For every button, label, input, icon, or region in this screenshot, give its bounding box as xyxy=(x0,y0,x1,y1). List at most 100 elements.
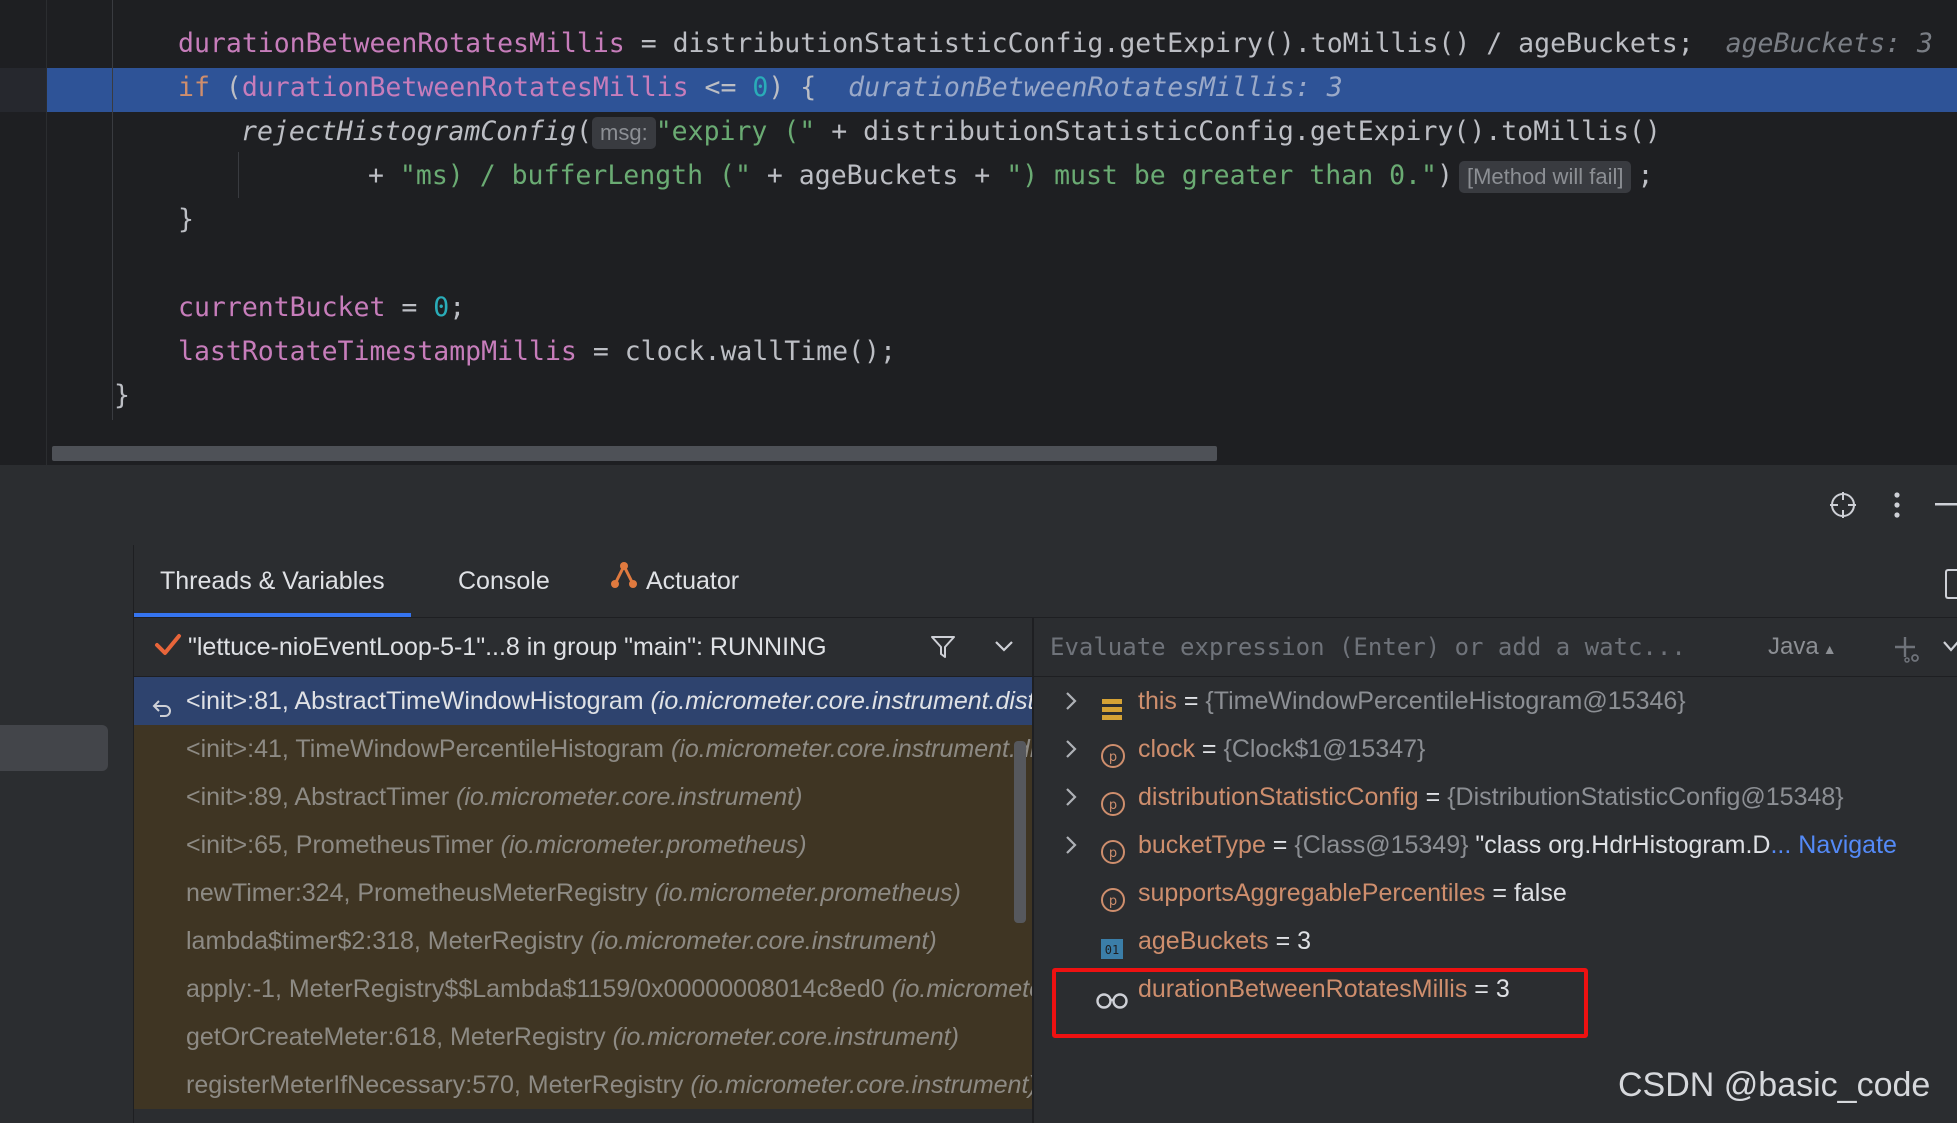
code-token: ) { xyxy=(768,72,817,103)
code-token: if xyxy=(178,72,210,103)
more-options-icon[interactable] xyxy=(1881,489,1913,521)
minimize-icon[interactable] xyxy=(1935,489,1957,521)
code-token: = clock.wallTime(); xyxy=(576,336,896,367)
svg-text:01: 01 xyxy=(1105,943,1119,957)
inline-value-hint: durationBetweenRotatesMillis: 3 xyxy=(848,72,1343,103)
code-line-8[interactable]: lastRotateTimestampMillis = clock.wallTi… xyxy=(178,330,896,374)
frame-package: (io.micrometer.core.instrument) xyxy=(590,927,937,955)
side-strip-selected-item[interactable] xyxy=(0,725,108,771)
stack-frame[interactable]: <init>:65, PrometheusTimer (io.micromete… xyxy=(134,821,1032,869)
variable-value: false xyxy=(1513,879,1567,907)
variable-equals: = xyxy=(1265,831,1295,859)
code-token: = distributionStatisticConfig.getExpiry(… xyxy=(624,28,1694,59)
debug-tool-window-header xyxy=(0,465,1957,545)
thread-selector[interactable]: "lettuce-nioEventLoop-5-1"...8 in group … xyxy=(134,618,1032,677)
variable-row-ageBuckets[interactable]: 01 ageBuckets = 3 xyxy=(1034,917,1957,965)
stack-frames-list[interactable]: <init>:81, AbstractTimeWindowHistogram (… xyxy=(134,677,1032,1123)
stack-frame[interactable]: apply:-1, MeterRegistry$$Lambda$1159/0x0… xyxy=(134,965,1032,1013)
code-line-9[interactable]: } xyxy=(114,374,130,418)
indent-guide-inner xyxy=(238,152,239,198)
chevron-right-icon[interactable] xyxy=(1064,821,1084,872)
layout-icon[interactable] xyxy=(1945,569,1957,599)
variable-row-clock[interactable]: p clock = {Clock$1@15347} xyxy=(1034,725,1957,773)
code-line-7[interactable]: currentBucket = 0; xyxy=(178,286,465,330)
stack-frame[interactable]: newTimer:324, PrometheusMeterRegistry (i… xyxy=(134,869,1032,917)
code-line-2[interactable]: if (durationBetweenRotatesMillis <= 0) {… xyxy=(178,66,1343,110)
variable-name: bucketType xyxy=(1138,831,1266,859)
code-line-4[interactable]: + "ms) / bufferLength (" + ageBuckets + … xyxy=(368,154,1653,198)
svg-text:p: p xyxy=(1109,750,1117,765)
evaluate-expression-input[interactable]: Evaluate expression (Enter) or add a wat… xyxy=(1050,618,1686,676)
code-token: ( xyxy=(576,116,593,147)
stack-frame[interactable]: getOrCreateMeter:618, MeterRegistry (io.… xyxy=(134,1013,1032,1061)
variable-equals: = xyxy=(1268,927,1298,955)
code-token: + xyxy=(368,160,400,191)
variable-row-bucketType[interactable]: p bucketType = {Class@15349} "class org.… xyxy=(1034,821,1957,869)
variable-equals: = xyxy=(1194,735,1224,763)
tab-threads-variables[interactable]: Threads & Variables xyxy=(134,545,411,617)
code-line-5[interactable]: } xyxy=(178,198,194,242)
frames-scrollbar[interactable] xyxy=(1014,741,1026,923)
chevron-right-icon[interactable] xyxy=(1064,725,1084,776)
frame-method: <init>:41, TimeWindowPercentileHistogram xyxy=(186,735,671,763)
language-selector[interactable]: Java ▲ xyxy=(1768,618,1837,678)
crosshair-icon[interactable] xyxy=(1827,489,1859,521)
evaluate-expression-bar[interactable]: Evaluate expression (Enter) or add a wat… xyxy=(1034,618,1957,677)
code-editor[interactable]: durationBetweenRotatesMillis = distribut… xyxy=(0,0,1957,465)
filter-icon[interactable] xyxy=(930,634,956,664)
gutter-divider xyxy=(46,0,47,465)
primitive-icon: 01 xyxy=(1100,929,1124,959)
frame-package: (io.micrometer.core.instrument.distribut… xyxy=(650,687,1032,715)
tab-console[interactable]: Console xyxy=(458,545,550,617)
return-arrow-icon xyxy=(150,689,174,725)
thread-label: "lettuce-nioEventLoop-5-1"...8 in group … xyxy=(188,633,827,661)
parameter-icon: p xyxy=(1100,737,1125,768)
frame-method: lambda$timer$2:318, MeterRegistry xyxy=(186,927,591,955)
variable-value: 3 xyxy=(1297,927,1312,955)
variable-equals: = xyxy=(1485,879,1514,907)
frame-method: getOrCreateMeter:618, MeterRegistry xyxy=(186,1023,613,1051)
variables-pane: Evaluate expression (Enter) or add a wat… xyxy=(1034,618,1957,1123)
chevron-down-icon[interactable] xyxy=(1942,638,1957,657)
code-token: ; xyxy=(449,292,466,323)
variable-row-this[interactable]: this = {TimeWindowPercentileHistogram@15… xyxy=(1034,677,1957,725)
chevron-down-icon[interactable] xyxy=(994,638,1014,657)
stack-frame[interactable]: <init>:81, AbstractTimeWindowHistogram (… xyxy=(134,677,1032,725)
tab-actuator[interactable]: Actuator xyxy=(608,545,739,617)
frame-method: apply:-1, MeterRegistry$$Lambda$1159/0x0… xyxy=(186,975,892,1003)
code-line-1[interactable]: durationBetweenRotatesMillis = distribut… xyxy=(178,22,1933,66)
code-token: = xyxy=(385,292,434,323)
parameter-icon: p xyxy=(1100,833,1125,864)
parameter-name-hint: msg: xyxy=(592,116,656,149)
actuator-icon xyxy=(608,546,638,618)
code-token: ) xyxy=(1436,160,1453,191)
variable-value: {DistributionStatisticConfig@15348} xyxy=(1447,783,1844,811)
stack-frame[interactable]: registerMeterIfNecessary:570, MeterRegis… xyxy=(134,1061,1032,1109)
variable-name: ageBuckets xyxy=(1138,927,1269,955)
horizontal-scrollbar[interactable] xyxy=(52,446,1217,461)
tab-actuator-label: Actuator xyxy=(646,567,740,595)
stack-frame[interactable]: <init>:41, TimeWindowPercentileHistogram… xyxy=(134,725,1032,773)
frames-pane: "lettuce-nioEventLoop-5-1"...8 in group … xyxy=(134,618,1032,1123)
variable-row-distributionStatisticConfig[interactable]: p distributionStatisticConfig = {Distrib… xyxy=(1034,773,1957,821)
frame-method: newTimer:324, PrometheusMeterRegistry xyxy=(186,879,655,907)
stack-frame[interactable]: <init>:89, AbstractTimer (io.micrometer.… xyxy=(134,773,1032,821)
code-token: currentBucket xyxy=(178,292,386,323)
stack-frame[interactable]: lambda$timer$2:318, MeterRegistry (io.mi… xyxy=(134,917,1032,965)
variable-row-supportsAggregablePercentiles[interactable]: p supportsAggregablePercentiles = false xyxy=(1034,869,1957,917)
code-token: "ms) / bufferLength (" xyxy=(399,160,751,191)
code-token: <= xyxy=(688,72,753,103)
code-token: durationBetweenRotatesMillis xyxy=(241,72,689,103)
svg-text:p: p xyxy=(1109,798,1117,813)
add-watch-icon[interactable] xyxy=(1892,634,1922,668)
variable-value: {Clock$1@15347} xyxy=(1223,735,1426,763)
navigate-link[interactable]: ... Navigate xyxy=(1770,831,1896,859)
variable-name: clock xyxy=(1138,735,1195,763)
frame-method: <init>:65, PrometheusTimer xyxy=(186,831,501,859)
watermark: CSDN @basic_code xyxy=(1618,1066,1931,1104)
code-line-3[interactable]: rejectHistogramConfig(msg: "expiry (" + d… xyxy=(241,110,1661,154)
frame-package: (io.micrometer.prometheus) xyxy=(500,831,807,859)
code-token: durationBetweenRotatesMillis xyxy=(178,28,625,59)
chevron-right-icon[interactable] xyxy=(1064,773,1084,824)
chevron-right-icon[interactable] xyxy=(1064,677,1084,728)
